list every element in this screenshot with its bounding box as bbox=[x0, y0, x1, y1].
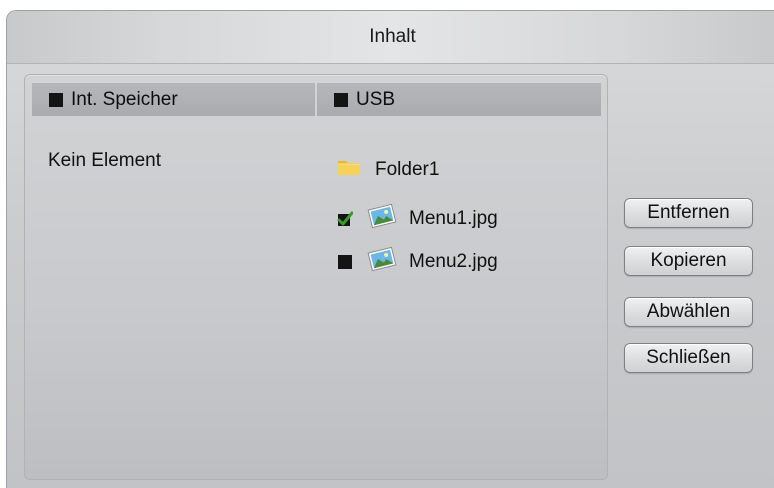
list-item-label: Menu1.jpg bbox=[409, 208, 498, 229]
list-item-label: Menu2.jpg bbox=[409, 251, 498, 272]
list-item-menu1[interactable]: Menu1.jpg bbox=[337, 202, 498, 236]
checkbox-unchecked-icon[interactable] bbox=[338, 255, 352, 269]
square-bullet-icon bbox=[334, 92, 348, 107]
close-button[interactable]: Schließen bbox=[624, 343, 753, 373]
column-header-label: Int. Speicher bbox=[71, 88, 178, 110]
column-header-usb[interactable]: USB bbox=[317, 83, 601, 116]
image-file-icon bbox=[365, 202, 399, 236]
remove-button[interactable]: Entfernen bbox=[624, 198, 753, 228]
image-file-icon bbox=[365, 245, 399, 279]
list-item-menu2[interactable]: Menu2.jpg bbox=[337, 245, 498, 279]
column-header-internal-storage[interactable]: Int. Speicher bbox=[32, 83, 315, 116]
copy-button[interactable]: Kopieren bbox=[624, 246, 753, 276]
list-item-label: Folder1 bbox=[375, 159, 440, 180]
column-header-label: USB bbox=[356, 88, 396, 110]
deselect-button[interactable]: Abwählen bbox=[624, 297, 753, 327]
dialog-title: Inhalt bbox=[7, 11, 774, 64]
checkmark-icon[interactable] bbox=[337, 211, 353, 227]
list-item-folder1[interactable]: Folder1 bbox=[337, 156, 439, 184]
content-dialog: Inhalt Int. Speicher USB Kein Element Fo… bbox=[6, 10, 774, 488]
square-bullet-icon bbox=[49, 92, 63, 107]
empty-list-text: Kein Element bbox=[48, 150, 162, 171]
folder-icon bbox=[337, 158, 361, 182]
content-panel: Int. Speicher USB Kein Element Folder1 M… bbox=[24, 74, 608, 480]
